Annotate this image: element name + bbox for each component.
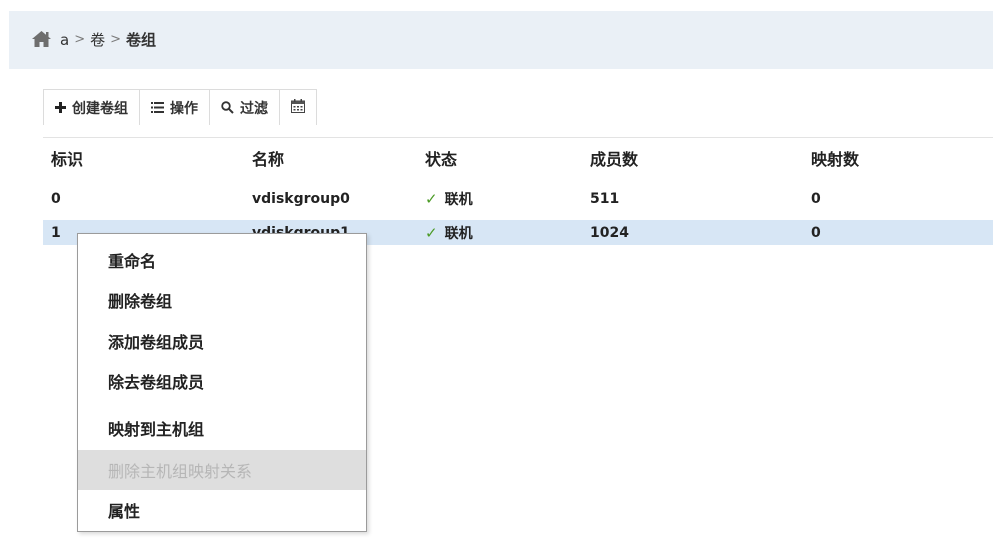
column-header-name[interactable]: 名称: [252, 144, 284, 172]
create-volume-group-label: 创建卷组: [72, 100, 128, 117]
menu-item-delete-host-group-mapping: 删除主机组映射关系: [78, 450, 366, 490]
column-header-mappings[interactable]: 映射数: [811, 144, 859, 172]
check-icon: ✓: [425, 223, 438, 242]
check-icon: ✓: [425, 189, 438, 208]
cell-id: 1: [51, 224, 61, 241]
menu-item-add-members[interactable]: 添加卷组成员: [78, 321, 366, 361]
home-icon[interactable]: [31, 30, 52, 48]
cell-id: 0: [51, 190, 61, 207]
breadcrumb-bar: a > 卷 > 卷组: [9, 11, 993, 69]
column-header-id[interactable]: 标识: [51, 144, 83, 172]
calendar-button[interactable]: [280, 90, 316, 125]
status-text: 联机: [444, 225, 473, 242]
status-text: 联机: [444, 191, 473, 208]
calendar-icon: [291, 98, 305, 117]
list-icon: [151, 102, 164, 113]
breadcrumb: a > 卷 > 卷组: [60, 29, 156, 50]
menu-item-map-to-host-group[interactable]: 映射到主机组: [78, 408, 366, 448]
column-header-status[interactable]: 状态: [425, 144, 457, 172]
breadcrumb-item-a[interactable]: a: [60, 31, 69, 49]
menu-item-remove-members[interactable]: 除去卷组成员: [78, 361, 366, 401]
filter-button[interactable]: 过滤: [210, 90, 280, 125]
breadcrumb-separator: >: [110, 32, 122, 47]
menu-item-delete-volume-group[interactable]: 删除卷组: [78, 280, 366, 320]
table-row[interactable]: 0 vdiskgroup0 ✓ 联机 511 0: [43, 186, 993, 211]
table-top-rule: [43, 137, 993, 138]
operate-label: 操作: [170, 100, 198, 117]
breadcrumb-item-volume-group: 卷组: [126, 31, 157, 49]
context-menu: 重命名 删除卷组 添加卷组成员 除去卷组成员 映射到主机组 删除主机组映射关系 …: [77, 233, 367, 532]
menu-item-properties[interactable]: 属性: [78, 490, 366, 530]
operate-button[interactable]: 操作: [140, 90, 210, 125]
table-header: 标识 名称 状态 成员数 映射数: [43, 144, 993, 172]
cell-mappings: 0: [811, 190, 821, 207]
create-volume-group-button[interactable]: 创建卷组: [44, 90, 140, 125]
cell-name: vdiskgroup0: [252, 190, 350, 207]
cell-members: 511: [590, 190, 620, 207]
cell-mappings: 0: [811, 224, 821, 241]
cell-members: 1024: [590, 224, 629, 241]
breadcrumb-separator: >: [74, 32, 86, 47]
cell-status: ✓ 联机: [425, 220, 473, 245]
menu-item-rename[interactable]: 重命名: [78, 240, 366, 280]
filter-label: 过滤: [240, 100, 268, 117]
column-header-members[interactable]: 成员数: [590, 144, 638, 172]
plus-icon: [55, 102, 66, 113]
toolbar: 创建卷组 操作 过滤: [43, 89, 317, 125]
search-icon: [221, 101, 234, 114]
cell-status: ✓ 联机: [425, 186, 473, 211]
breadcrumb-item-volume[interactable]: 卷: [90, 29, 105, 50]
